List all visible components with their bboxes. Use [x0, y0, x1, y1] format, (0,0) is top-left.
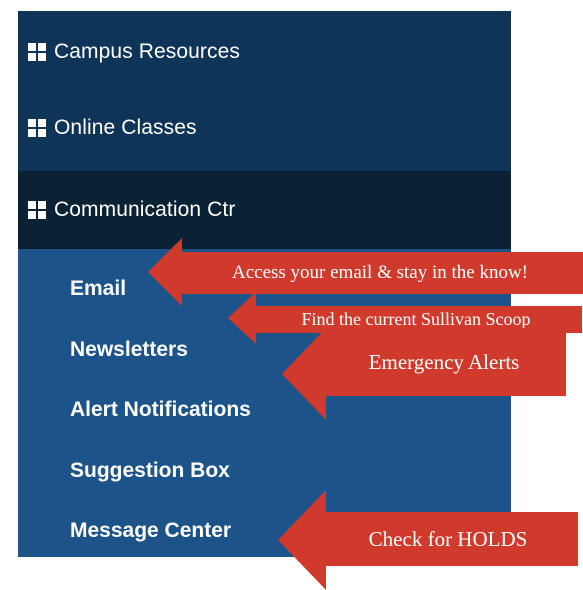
nav-item-email[interactable]: Email [70, 277, 126, 301]
nav-item-newsletters[interactable]: Newsletters [70, 338, 188, 362]
callout-text: Emergency Alerts [322, 328, 566, 396]
nav-item-suggestion-box[interactable]: Suggestion Box [70, 459, 230, 483]
arrow-left-icon [282, 328, 326, 420]
nav-section-label: Communication Ctr [54, 198, 236, 221]
nav-item-alert-notifications[interactable]: Alert Notifications [70, 398, 251, 422]
nav-section-campus-resources[interactable]: Campus Resources [18, 23, 511, 81]
callout-text: Check for HOLDS [318, 512, 578, 566]
callout-text: Access your email & stay in the know! [174, 252, 583, 294]
nav-section-label: Campus Resources [54, 40, 241, 63]
nav-section-online-classes[interactable]: Online Classes [18, 99, 511, 157]
grid-icon [28, 119, 46, 137]
nav-item-message-center[interactable]: Message Center [70, 519, 231, 543]
nav-section-label: Online Classes [54, 116, 197, 139]
grid-icon [28, 43, 46, 61]
grid-icon [28, 201, 46, 219]
nav-section-communication-ctr[interactable]: Communication Ctr [18, 171, 511, 249]
